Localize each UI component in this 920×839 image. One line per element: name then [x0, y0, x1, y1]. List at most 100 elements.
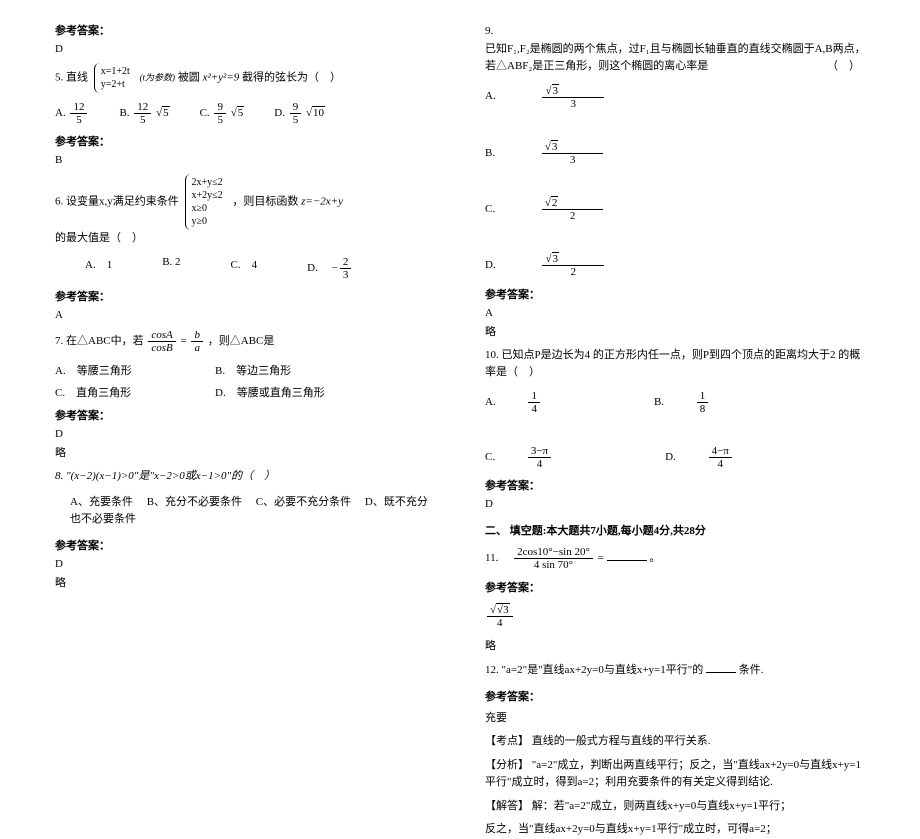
q10-optA-label: A.	[485, 396, 496, 408]
answer-label: 参考答案：	[55, 22, 430, 38]
q11-eq: =	[598, 552, 604, 564]
q12-answer: 充要	[485, 709, 870, 725]
q7-num1: cosA	[148, 329, 175, 342]
section-2-title: 二、 填空题:本大题共7小题,每小题4分,共28分	[485, 522, 870, 538]
q10-optD-label: D.	[665, 451, 676, 463]
q9-num: 9.	[485, 23, 870, 41]
q9-optD-label: D.	[485, 259, 496, 271]
q7-den1: cosB	[148, 342, 175, 354]
q9-paren: （ ）	[827, 58, 870, 76]
q7-options: A. 等腰三角形 B. 等边三角形 C. 直角三角形 D. 等腰或直角三角形	[55, 362, 430, 400]
q10-a-den: 4	[528, 403, 540, 415]
q6-optD-neg: −	[332, 262, 338, 274]
question-8: 8. "(x−2)(x−1)>0"是"x−2>0或x−1>0"的（ ）	[55, 468, 430, 486]
q12-blank	[706, 661, 736, 673]
answer-label-7: 参考答案：	[55, 407, 430, 423]
analysis-block: 【考点】 直线的一般式方程与直线的平行关系. 【分析】 "a=2"成立，判断出两…	[485, 733, 870, 839]
q8-optB: B、充分不必要条件	[147, 496, 242, 508]
q9-optA-den: 3	[542, 98, 604, 110]
q5-options: A. 125 B. 125 √5 C. 95 √5 D. 95 √10	[55, 101, 430, 126]
q11-ans-den: 4	[487, 617, 513, 629]
q11-den: 4 sin 70°	[514, 559, 593, 571]
q6-optD-den: 3	[340, 269, 352, 281]
q6-b2: x+2y≤2	[192, 190, 223, 201]
q10-b-num: 1	[697, 390, 709, 403]
answer-label-12: 参考答案：	[485, 688, 870, 704]
q6-answer: A	[55, 309, 430, 321]
q7-prefix: 7. 在△ABC中，若	[55, 335, 144, 347]
analysis-l1-label: 【考点】	[485, 735, 529, 747]
q10-d-num: 4−π	[709, 445, 732, 458]
q5-prefix: 5. 直线	[55, 72, 88, 84]
q5-optD-frac: 95	[290, 101, 302, 126]
question-6: 6. 设变量x,y满足约束条件 2x+y≤2 x+2y≤2 x≥0 y≥0 ，则…	[55, 174, 430, 248]
q6-options: A. 1 B. 2 C. 4 D. −23	[55, 256, 430, 281]
question-7: 7. 在△ABC中，若 cosA cosB = b a ，则△ABC是	[55, 329, 430, 354]
right-column: 9. 已知F₁,F₂是椭圆的两个焦点，过F₁且与椭圆长轴垂直的直线交椭圆于A,B…	[460, 0, 920, 651]
q6-optC: C. 4	[231, 256, 258, 281]
q11-brief: 略	[485, 637, 870, 653]
q8-answer: D	[55, 558, 430, 570]
q8-optA: A、充要条件	[70, 496, 133, 508]
q9-optA: A. √33	[485, 84, 688, 110]
q9-optB: B. √33	[485, 140, 687, 166]
q7-optC: C. 直角三角形	[55, 384, 215, 400]
q11-prefix: 11.	[485, 552, 509, 564]
q11-answer: √√34	[485, 603, 870, 629]
q8-brief: 略	[55, 574, 430, 590]
q7-answer: D	[55, 428, 430, 440]
q7-optB: B. 等边三角形	[215, 362, 375, 378]
question-11: 11. 2cos10°−sin 20° 4 sin 70° = 。	[485, 546, 870, 571]
q9-text: 已知F₁,F₂是椭圆的两个焦点，过F₁且与椭圆长轴垂直的直线交椭圆于A,B两点，…	[485, 43, 866, 73]
q5-b1: x=1+2t	[101, 66, 130, 77]
q6-optA: A. 1	[85, 256, 112, 281]
q6-optB: B. 2	[162, 256, 180, 281]
q5-bsuffix: (t为参数)	[140, 73, 176, 83]
optC-label: C.	[200, 107, 210, 119]
q6-suffix: 的最大值是（ ）	[55, 232, 143, 244]
q4-answer: D	[55, 43, 430, 55]
q5-optD: D. 95 √10	[274, 101, 325, 126]
q6-b3: x≥0	[192, 203, 208, 214]
q11-frac: 2cos10°−sin 20° 4 sin 70°	[514, 546, 593, 571]
question-12: 12. "a=2"是"直线ax+2y=0与直线x+y=1平行"的 条件.	[485, 661, 870, 680]
q10-options: A. 14 B. 18 C. 3−π4 D. 4−π4	[485, 390, 870, 470]
q10-d-den: 4	[709, 458, 732, 470]
q10-optC: C. 3−π4	[485, 445, 607, 470]
q9-optC-den: 2	[542, 210, 604, 222]
left-column: 参考答案： D 5. 直线 x=1+2t y=2+t (t为参数) 被圆 x²+…	[0, 0, 460, 651]
q6-prefix: 6. 设变量x,y满足约束条件	[55, 196, 179, 208]
q10-optB: B. 18	[654, 390, 764, 415]
q10-c-num: 3−π	[528, 445, 551, 458]
q6-constraints: 2x+y≤2 x+2y≤2 x≥0 y≥0	[185, 174, 227, 230]
question-10: 10. 已知点P是边长为4 的正方形内任一点，则P到四个顶点的距离均大于2 的概…	[485, 347, 870, 382]
q6-optD-frac: 23	[340, 256, 352, 281]
q5-optC-frac: 95	[214, 101, 226, 126]
answer-label-8: 参考答案：	[55, 537, 430, 553]
q5-optA-frac: 125	[70, 101, 87, 126]
q6-optD-num: 2	[340, 256, 352, 269]
optA-label: A.	[55, 107, 66, 119]
q11-ans-num: √3	[496, 603, 510, 616]
q9-optC: C. √22	[485, 196, 687, 222]
q6-optD-label: D.	[307, 262, 329, 274]
q8-optC: C、必要不充分条件	[256, 496, 351, 508]
analysis-l4: 反之，当"直线ax+2y=0与直线x+y=1平行"成立时，可得a=2；	[485, 823, 777, 835]
q7-num2: b	[191, 329, 203, 342]
q7-eq: =	[181, 335, 190, 347]
q10-optA: A. 14	[485, 390, 596, 415]
q6-func: z=−2x+y	[301, 196, 343, 208]
q6-b4: y≥0	[192, 216, 208, 227]
q9-optD-den: 2	[542, 266, 604, 278]
answer-label-9: 参考答案：	[485, 286, 870, 302]
q7-frac2: b a	[191, 329, 203, 354]
analysis-l1: 直线的一般式方程与直线的平行关系.	[532, 735, 711, 747]
answer-label-10: 参考答案：	[485, 477, 870, 493]
q10-b-den: 8	[697, 403, 709, 415]
optB-label: B.	[119, 107, 129, 119]
q11-period: 。	[649, 552, 660, 564]
q5-suffix: 截得的弦长为（ ）	[242, 72, 341, 84]
q7-brief: 略	[55, 444, 430, 460]
q5-mid: 被圆	[178, 72, 200, 84]
answer-label-5: 参考答案：	[55, 133, 430, 149]
